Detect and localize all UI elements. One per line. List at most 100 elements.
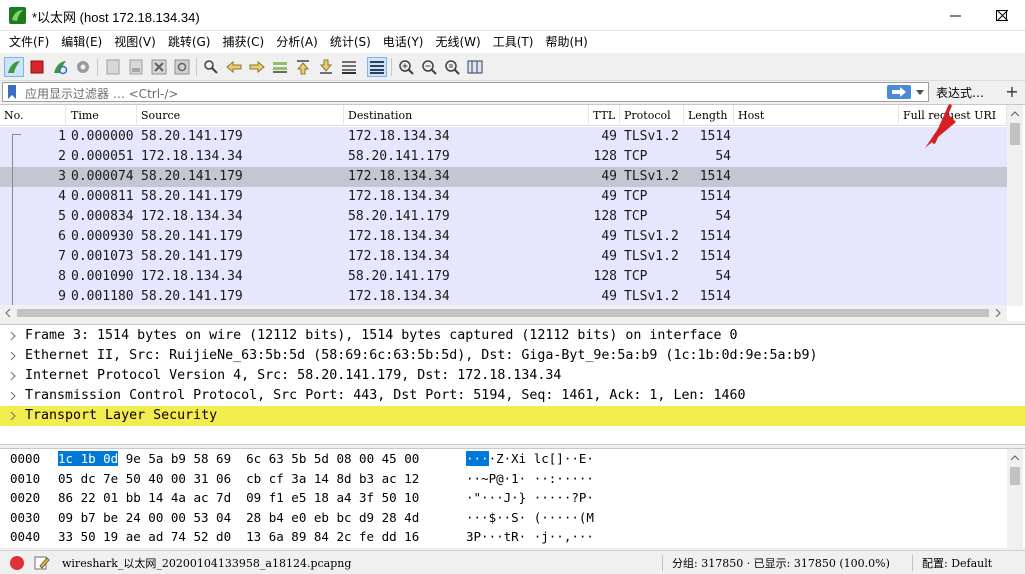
- find-packet-button[interactable]: [201, 57, 221, 77]
- chevron-right-icon[interactable]: [9, 371, 17, 381]
- add-filter-button[interactable]: +: [1002, 81, 1022, 103]
- chevron-right-icon[interactable]: [9, 411, 17, 421]
- close-file-button[interactable]: [149, 57, 169, 77]
- packet-row[interactable]: 2 0.000051 172.18.134.34 58.20.141.179 128 TC…: [0, 147, 1007, 167]
- edit-comment-icon[interactable]: [34, 555, 50, 571]
- hex-row[interactable]: 0020 86 22 01 bb 14 4a ac 7d 09 f1 e5 18 …: [0, 488, 1007, 507]
- display-filter-input[interactable]: 应用显示过滤器 … <Ctrl-/>: [2, 82, 929, 102]
- reload-button[interactable]: [172, 57, 192, 77]
- minimize-button[interactable]: [932, 0, 978, 31]
- packet-cell-time: 0.000051: [71, 149, 134, 164]
- menu-help[interactable]: 帮助(H): [539, 31, 593, 53]
- column-host[interactable]: Host: [734, 105, 899, 126]
- colorize-button[interactable]: [367, 57, 387, 77]
- capture-options-button[interactable]: [73, 57, 93, 77]
- stop-capture-button[interactable]: [27, 57, 47, 77]
- scroll-up-icon[interactable]: [1011, 455, 1019, 461]
- go-to-packet-button[interactable]: [270, 57, 290, 77]
- save-file-button[interactable]: [126, 57, 146, 77]
- detail-row-ethernet[interactable]: Ethernet II, Src: RuijieNe_63:5b:5d (58:…: [0, 346, 1025, 366]
- open-file-icon: [106, 59, 120, 75]
- packet-row[interactable]: 3 0.000074 58.20.141.179 172.18.134.34 49 TLS…: [0, 167, 1007, 187]
- start-capture-button[interactable]: [4, 57, 24, 77]
- scroll-left-icon[interactable]: [5, 309, 11, 317]
- packet-row[interactable]: 7 0.001073 58.20.141.179 172.18.134.34 49 TLS…: [0, 247, 1007, 267]
- hex-row[interactable]: 0000 1c 1b 0d 9e 5a b9 58 69 6c 63 5b 5d …: [0, 449, 1007, 468]
- packet-row[interactable]: 8 0.001090 172.18.134.34 58.20.141.179 128 TC…: [0, 267, 1007, 287]
- close-button[interactable]: [979, 0, 1025, 31]
- packet-row[interactable]: 6 0.000930 58.20.141.179 172.18.134.34 49 TLS…: [0, 227, 1007, 247]
- menu-statistics[interactable]: 统计(S): [324, 31, 377, 53]
- scroll-right-icon[interactable]: [995, 309, 1001, 317]
- menu-telephony[interactable]: 电话(Y): [377, 31, 430, 53]
- auto-scroll-button[interactable]: [339, 57, 359, 77]
- menu-analyze[interactable]: 分析(A): [270, 31, 324, 53]
- packet-row[interactable]: 9 0.001180 58.20.141.179 172.18.134.34 49 TLS…: [0, 287, 1007, 307]
- hex-bytes: 86 22 01 bb 14 4a ac 7d 09 f1 e5 18 a4 3…: [58, 488, 419, 507]
- scroll-up-icon[interactable]: [1011, 111, 1019, 117]
- menu-bar: 文件(F) 编辑(E) 视图(V) 跳转(G) 捕获(C) 分析(A) 统计(S…: [0, 31, 1025, 53]
- column-length[interactable]: Length: [684, 105, 734, 126]
- menu-tools[interactable]: 工具(T): [487, 31, 540, 53]
- chevron-right-icon[interactable]: [9, 391, 17, 401]
- menu-edit[interactable]: 编辑(E): [55, 31, 108, 53]
- packet-cell-src: 172.18.134.34: [141, 269, 243, 284]
- scroll-thumb[interactable]: [1010, 123, 1020, 145]
- packet-list-vscrollbar[interactable]: [1007, 105, 1023, 306]
- expert-info-icon[interactable]: [10, 556, 24, 570]
- apply-filter-button[interactable]: [887, 85, 911, 99]
- expression-button[interactable]: 表达式…: [936, 84, 984, 101]
- packet-list: No. Time Source Destination TTL Protocol…: [0, 104, 1025, 321]
- detail-row-ip[interactable]: Internet Protocol Version 4, Src: 58.20.…: [0, 366, 1025, 386]
- hex-row[interactable]: 0040 33 50 19 ae ad 74 52 d0 13 6a 89 84 …: [0, 527, 1007, 546]
- restart-capture-button[interactable]: [50, 57, 70, 77]
- packet-cell-ttl: 49: [601, 289, 617, 304]
- conversation-bracket: [12, 134, 21, 314]
- chevron-down-icon[interactable]: [914, 86, 926, 98]
- menu-capture[interactable]: 捕获(C): [216, 31, 270, 53]
- column-time[interactable]: Time: [67, 105, 137, 126]
- go-forward-button[interactable]: [247, 57, 267, 77]
- packet-cell-no: 9: [58, 289, 66, 304]
- menu-file[interactable]: 文件(F): [3, 31, 55, 53]
- menu-go[interactable]: 跳转(G): [162, 31, 217, 53]
- packet-cell-dst: 58.20.141.179: [348, 269, 450, 284]
- packet-row[interactable]: 5 0.000834 172.18.134.34 58.20.141.179 128 TC…: [0, 207, 1007, 227]
- chevron-right-icon[interactable]: [9, 331, 17, 341]
- zoom-in-button[interactable]: [396, 57, 416, 77]
- packet-row[interactable]: 4 0.000811 58.20.141.179 172.18.134.34 49 TCP…: [0, 187, 1007, 207]
- column-protocol[interactable]: Protocol: [620, 105, 684, 126]
- bookmark-icon[interactable]: [7, 85, 17, 99]
- open-file-button[interactable]: [103, 57, 123, 77]
- chevron-right-icon[interactable]: [9, 351, 17, 361]
- detail-row-frame[interactable]: Frame 3: 1514 bytes on wire (12112 bits)…: [0, 326, 1025, 346]
- resize-columns-button[interactable]: [465, 57, 485, 77]
- go-back-button[interactable]: [224, 57, 244, 77]
- packet-cell-len: 54: [715, 269, 731, 284]
- filter-placeholder: 应用显示过滤器 … <Ctrl-/>: [25, 87, 179, 101]
- zoom-out-button[interactable]: [419, 57, 439, 77]
- bytes-vscrollbar[interactable]: [1007, 449, 1023, 549]
- scroll-thumb[interactable]: [1010, 467, 1020, 485]
- menu-wireless[interactable]: 无线(W): [430, 31, 487, 53]
- zoom-normal-button[interactable]: [442, 57, 462, 77]
- packet-cell-proto: TLSv1.2: [624, 169, 679, 184]
- packet-row[interactable]: 1 0.000000 58.20.141.179 172.18.134.34 49 TLS…: [0, 127, 1007, 147]
- column-source[interactable]: Source: [137, 105, 344, 126]
- detail-row-tls[interactable]: Transport Layer Security: [0, 406, 1025, 426]
- column-ttl[interactable]: TTL: [589, 105, 620, 126]
- hex-row[interactable]: 0010 05 dc 7e 50 40 00 31 06 cb cf 3a 14 …: [0, 469, 1007, 488]
- hex-row[interactable]: 0030 09 b7 be 24 00 00 53 04 28 b4 e0 eb …: [0, 508, 1007, 527]
- column-no[interactable]: No.: [0, 105, 66, 126]
- packet-list-hscrollbar[interactable]: [0, 305, 1007, 321]
- hscroll-thumb[interactable]: [17, 309, 989, 317]
- detail-row-tcp[interactable]: Transmission Control Protocol, Src Port:…: [0, 386, 1025, 406]
- go-last-button[interactable]: [316, 57, 336, 77]
- go-first-button[interactable]: [293, 57, 313, 77]
- packet-cell-time: 0.001090: [71, 269, 134, 284]
- menu-view[interactable]: 视图(V): [108, 31, 162, 53]
- ascii-bytes: ·"···J·} ·····?P·: [466, 488, 594, 507]
- hex-offset: 0020: [10, 490, 41, 505]
- profile-label[interactable]: 配置: Default: [922, 555, 992, 571]
- column-destination[interactable]: Destination: [344, 105, 589, 126]
